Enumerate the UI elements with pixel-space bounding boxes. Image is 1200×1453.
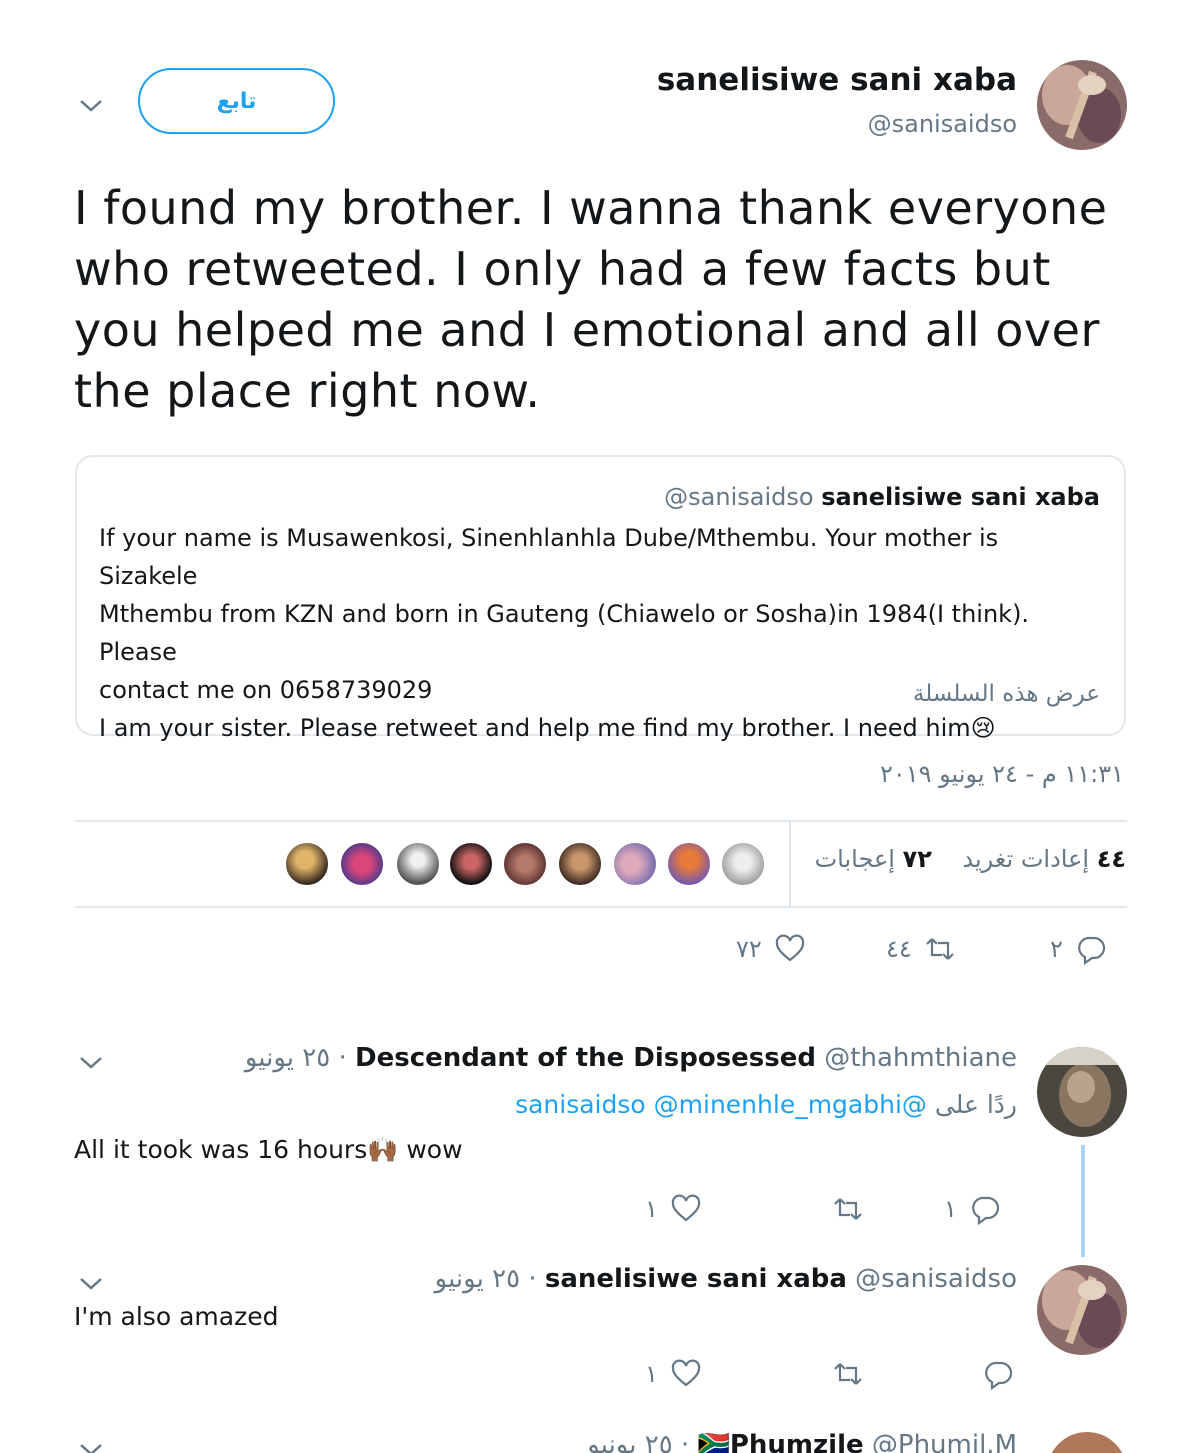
retweet-icon	[926, 938, 954, 960]
author-handle[interactable]: @sanisaidso	[868, 110, 1017, 138]
divider	[789, 822, 791, 906]
reply-author-name-text: Phumzile	[729, 1430, 864, 1453]
reply-icon	[985, 1361, 1013, 1390]
author-name[interactable]: sanelisiwe sani xaba	[657, 62, 1017, 98]
avatar[interactable]	[1037, 1047, 1127, 1137]
reply-author-handle[interactable]: @Phumil.M	[872, 1430, 1017, 1453]
reply-icon	[1078, 936, 1105, 965]
reply-author-name[interactable]: 🇿🇦Phumzile	[697, 1430, 863, 1453]
quoted-author-name: sanelisiwe sani xaba	[821, 483, 1100, 511]
heart-icon	[671, 1359, 701, 1387]
liker-avatar[interactable]	[666, 841, 712, 887]
reply-text-tail: wow	[398, 1135, 463, 1164]
crying-emoji: 😢	[970, 714, 996, 742]
separator-dot: ·	[338, 1043, 347, 1073]
retweet-action[interactable]	[832, 1193, 864, 1225]
avatar[interactable]	[1037, 60, 1127, 150]
reply-text: I'm also amazed	[74, 1302, 279, 1331]
quoted-tweet[interactable]: @sanisaidso sanelisiwe sani xaba If your…	[75, 455, 1126, 742]
raised-hands-emoji: 🙌🏾	[367, 1135, 399, 1164]
reply-icon	[972, 1196, 999, 1225]
like-count: ٧٢	[736, 935, 762, 963]
likes-count: ٧٢	[902, 845, 932, 873]
reply-author-name[interactable]: Descendant of the Disposessed	[355, 1043, 816, 1073]
engagement-stats: ٤٤ إعادات تغريد ٧٢ إعجابات	[815, 845, 1126, 873]
show-thread-link[interactable]: عرض هذه السلسلة	[913, 681, 1100, 707]
like-count: ١	[645, 1195, 658, 1223]
like-action[interactable]: ٧٢	[736, 933, 806, 965]
reply-date[interactable]: ٢٥ يونيو	[435, 1264, 520, 1294]
like-action[interactable]: ١	[645, 1358, 702, 1390]
liker-avatar[interactable]	[612, 841, 658, 887]
liker-avatar[interactable]	[284, 841, 330, 887]
thread-connector	[1081, 1145, 1085, 1257]
tweet-text: I found my brother. I wanna thank everyo…	[74, 181, 1108, 418]
retweet-icon	[834, 1198, 862, 1220]
retweet-icon	[834, 1363, 862, 1385]
replying-to-label: ردًا على	[934, 1090, 1017, 1119]
quoted-line: I am your sister. Please retweet and hel…	[99, 709, 1099, 747]
reply-author-name[interactable]: sanelisiwe sani xaba	[545, 1264, 847, 1294]
retweets-count: ٤٤	[1096, 845, 1126, 873]
quoted-tweet-header: @sanisaidso sanelisiwe sani xaba	[664, 483, 1100, 511]
reply-action[interactable]: ٢	[1050, 933, 1107, 965]
reply-text-body: All it took was 16 hours	[74, 1135, 368, 1164]
reply-text: All it took was 16 hours🙌🏾 wow	[74, 1135, 463, 1165]
mention-link[interactable]: @minenhle_mgabhi	[654, 1090, 902, 1119]
like-count: ١	[645, 1360, 658, 1388]
avatar[interactable]	[1037, 1265, 1127, 1355]
heart-icon	[671, 1194, 701, 1222]
likes-label: إعجابات	[814, 845, 895, 873]
chevron-down-icon[interactable]	[76, 1274, 106, 1294]
flag-icon: 🇿🇦	[697, 1430, 730, 1453]
reply-author-handle[interactable]: @thahmthiane	[824, 1043, 1017, 1073]
avatar[interactable]	[1047, 1432, 1127, 1453]
reply-action[interactable]: ١	[944, 1193, 1001, 1225]
reply-date[interactable]: ٢٥ يونيو	[587, 1430, 672, 1453]
like-action[interactable]: ١	[645, 1193, 702, 1225]
replying-to: ردًا على @sanisaidso @minenhle_mgabhi	[515, 1090, 1017, 1119]
reply-date[interactable]: ٢٥ يونيو	[245, 1043, 330, 1073]
tweet-timestamp[interactable]: ١١:٣١ م - ٢٤ يونيو ٢٠١٩	[880, 760, 1124, 788]
follow-button[interactable]: تابع	[138, 68, 335, 134]
reply-header: 🇿🇦Phumzile @Phumil.M · ٢٥ يونيو	[587, 1430, 1017, 1453]
quoted-author-handle: @sanisaidso	[664, 483, 814, 511]
liker-avatar[interactable]	[557, 841, 603, 887]
liker-avatar[interactable]	[502, 841, 548, 887]
reply-count: ٢	[1050, 935, 1063, 963]
liker-avatar[interactable]	[339, 841, 385, 887]
quoted-line: If your name is Musawenkosi, Sinenhlanhl…	[99, 524, 999, 590]
reply-author-handle[interactable]: @sanisaidso	[855, 1264, 1017, 1294]
liker-avatar[interactable]	[720, 841, 766, 887]
divider	[75, 820, 1127, 822]
retweets-label: إعادات تغريد	[962, 845, 1090, 873]
separator-dot: ·	[528, 1264, 537, 1294]
likes-stat[interactable]: ٧٢ إعجابات	[815, 845, 932, 873]
retweet-count: ٤٤	[886, 935, 912, 963]
retweet-action[interactable]: ٤٤	[886, 933, 956, 965]
quoted-line-text: I am your sister. Please retweet and hel…	[99, 714, 971, 742]
chevron-down-icon[interactable]	[76, 96, 106, 116]
liker-avatar[interactable]	[395, 841, 441, 887]
quoted-tweet-text: If your name is Musawenkosi, Sinenhlanhl…	[99, 519, 1099, 747]
chevron-down-icon[interactable]	[76, 1440, 106, 1453]
chevron-down-icon[interactable]	[76, 1053, 106, 1073]
quoted-line: Mthembu from KZN and born in Gauteng (Ch…	[99, 600, 1030, 666]
liker-avatar[interactable]	[448, 841, 494, 887]
retweets-stat[interactable]: ٤٤ إعادات تغريد	[962, 845, 1126, 873]
reply-header: Descendant of the Disposessed @thahmthia…	[245, 1043, 1017, 1073]
retweet-action[interactable]	[832, 1358, 864, 1390]
reply-count: ١	[944, 1195, 957, 1223]
divider	[75, 906, 1127, 908]
heart-icon	[775, 934, 804, 962]
separator-dot: ·	[680, 1430, 690, 1453]
reply-header: sanelisiwe sani xaba @sanisaidso · ٢٥ يو…	[435, 1264, 1017, 1294]
reply-action[interactable]	[982, 1358, 1014, 1390]
